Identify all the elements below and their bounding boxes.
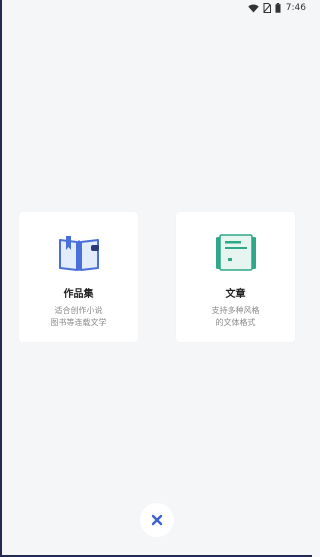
- card-description-line: 图书等连载文学: [50, 318, 107, 327]
- close-button[interactable]: [140, 503, 174, 537]
- card-title: 作品集: [63, 289, 94, 300]
- card-description: 支持多种风格 的文体格式: [176, 305, 295, 329]
- status-time: 7:46: [285, 3, 306, 13]
- card-description: 适合创作小说 图书等连载文学: [19, 305, 138, 329]
- card-description-line: 支持多种风格: [211, 306, 260, 315]
- card-collection[interactable]: 作品集 适合创作小说 图书等连载文学: [19, 212, 138, 342]
- no-sim-icon: [263, 3, 271, 13]
- card-description-line: 适合创作小说: [54, 306, 103, 315]
- status-bar: 7:46: [0, 0, 312, 16]
- book-icon: [58, 234, 100, 272]
- close-icon: [151, 511, 163, 530]
- card-article[interactable]: 文章 支持多种风格 的文体格式: [176, 212, 295, 342]
- wifi-icon: [248, 4, 259, 13]
- battery-icon: [275, 3, 281, 13]
- card-description-line: 的文体格式: [215, 318, 256, 327]
- document-icon: [215, 234, 257, 272]
- card-title: 文章: [225, 289, 246, 300]
